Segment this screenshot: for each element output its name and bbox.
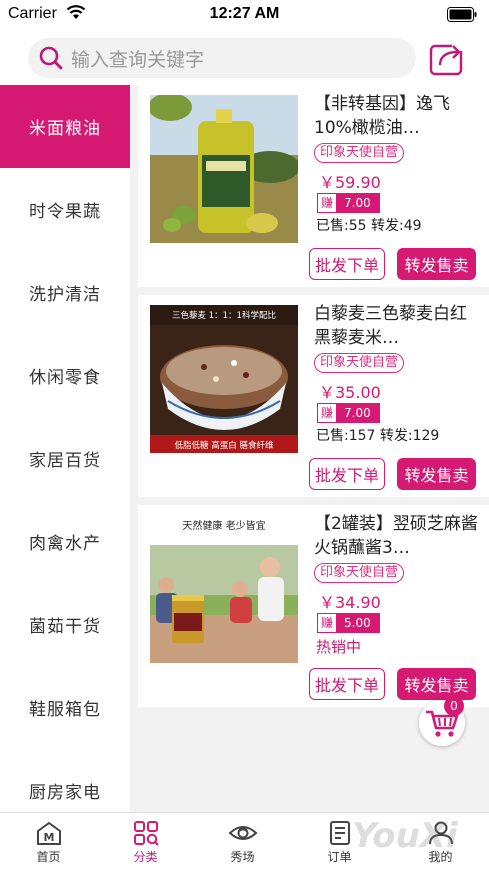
status-bar: Carrier 12:27 AM <box>0 0 489 30</box>
product-price: ￥59.90 <box>319 173 381 192</box>
status-time: 12:27 AM <box>209 5 280 22</box>
sidebar-item-produce[interactable]: 时令果蔬 <box>0 168 130 251</box>
search-header: 输入查询关键字 <box>0 30 489 85</box>
search-input[interactable]: 输入查询关键字 <box>28 38 416 78</box>
home-icon: M <box>36 822 61 845</box>
product-card[interactable]: 天然健康 老少皆宜 【2罐装】翌硕芝麻酱火锅蘸酱3… 印象天使自营 ￥34.90… <box>138 505 489 707</box>
battery-icon <box>447 7 477 22</box>
earn-value: 5.00 <box>336 614 379 632</box>
order-icon <box>329 821 350 845</box>
earn-badge: 赚 7.00 <box>317 193 380 213</box>
forward-sell-button[interactable]: 转发售卖 <box>397 458 476 490</box>
tab-label: 首页 <box>36 850 61 864</box>
earn-label: 赚 <box>318 194 337 212</box>
sales-stats: 已售:55 转发:49 <box>316 218 422 234</box>
sidebar-item-meat-seafood[interactable]: 肉禽水产 <box>0 500 130 583</box>
image-text-top: 三色藜麦 1：1：1科学配比 <box>172 310 276 321</box>
share-icon[interactable] <box>428 39 466 77</box>
category-sidebar: 米面粮油 时令果蔬 洗护清洁 休闲零食 家居百货 肉禽水产 菌茹干货 鞋服箱包 … <box>0 85 130 812</box>
tab-showroom[interactable]: 秀场 <box>194 813 291 875</box>
eye-icon <box>228 826 257 840</box>
tab-label: 分类 <box>133 850 158 864</box>
product-title: 【2罐装】翌硕芝麻酱火锅蘸酱3… <box>314 514 478 558</box>
earn-badge: 赚 7.00 <box>317 403 380 423</box>
search-icon <box>39 46 63 70</box>
sidebar-item-apparel[interactable]: 鞋服箱包 <box>0 666 130 749</box>
watermark: YouXi <box>352 816 458 856</box>
tab-home[interactable]: M 首页 <box>0 813 97 875</box>
earn-badge: 赚 5.00 <box>317 613 380 633</box>
sales-stats: 已售:157 转发:129 <box>316 428 440 444</box>
category-icon <box>133 821 159 846</box>
product-image-olive-oil <box>150 95 298 243</box>
search-placeholder: 输入查询关键字 <box>71 48 205 71</box>
product-card[interactable]: 【非转基因】逸飞10%橄榄油… 印象天使自营 ￥59.90 赚 7.00 已售:… <box>138 85 489 287</box>
cart-count-badge: 0 <box>444 696 464 716</box>
earn-value: 7.00 <box>336 404 379 422</box>
sidebar-item-dried-goods[interactable]: 菌茹干货 <box>0 583 130 666</box>
product-image-quinoa: 三色藜麦 1：1：1科学配比 低脂低糖 高蛋白 膳食纤维 <box>150 305 298 453</box>
product-price: ￥34.90 <box>319 593 381 612</box>
shop-tag: 印象天使自营 <box>314 143 405 163</box>
hot-selling-label: 热销中 <box>316 638 362 656</box>
wholesale-button[interactable]: 批发下单 <box>309 458 385 490</box>
earn-value: 7.00 <box>336 194 379 212</box>
product-card[interactable]: 三色藜麦 1：1：1科学配比 低脂低糖 高蛋白 膳食纤维 白藜麦三色藜麦白红黑藜… <box>138 295 489 497</box>
sidebar-item-cleaning[interactable]: 洗护清洁 <box>0 251 130 334</box>
wholesale-button[interactable]: 批发下单 <box>309 248 385 280</box>
product-title: 白藜麦三色藜麦白红黑藜麦米… <box>314 304 467 348</box>
earn-label: 赚 <box>318 614 337 632</box>
sidebar-item-grain-oil[interactable]: 米面粮油 <box>0 85 130 168</box>
image-text-top: 天然健康 老少皆宜 <box>182 519 265 532</box>
sidebar-item-snacks[interactable]: 休闲零食 <box>0 334 130 417</box>
image-text-bottom: 低脂低糖 高蛋白 膳食纤维 <box>175 440 274 451</box>
wholesale-button[interactable]: 批发下单 <box>309 668 385 700</box>
forward-sell-button[interactable]: 转发售卖 <box>397 668 476 700</box>
product-price: ￥35.00 <box>319 383 381 402</box>
shop-tag: 印象天使自营 <box>314 353 405 373</box>
tab-category[interactable]: 分类 <box>97 813 194 875</box>
shop-tag: 印象天使自营 <box>314 563 405 583</box>
earn-label: 赚 <box>318 404 337 422</box>
tab-label: 秀场 <box>230 850 255 864</box>
forward-sell-button[interactable]: 转发售卖 <box>397 248 476 280</box>
product-image-sesame-paste: 天然健康 老少皆宜 <box>150 515 298 663</box>
product-title: 【非转基因】逸飞10%橄榄油… <box>314 94 450 138</box>
sidebar-item-household[interactable]: 家居百货 <box>0 417 130 500</box>
svg-text:M: M <box>43 831 54 844</box>
